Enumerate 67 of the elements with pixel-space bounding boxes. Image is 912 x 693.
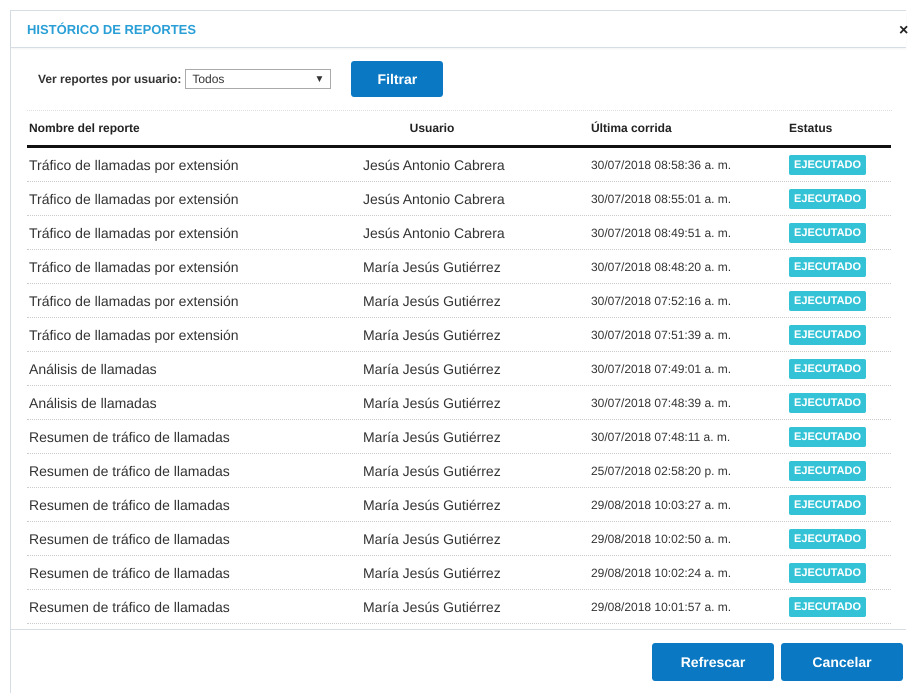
table-cell-text: Jesús Antonio Cabrera <box>363 190 506 206</box>
table-cell-text: 30/07/2018 07:48:39 a. m. <box>591 396 732 410</box>
status-badge: EJECUTADO <box>789 562 866 582</box>
table-cell-text: 30/07/2018 07:52:16 a. m. <box>591 294 732 308</box>
table-cell-text: 30/07/2018 07:49:01 a. m. <box>591 362 732 376</box>
status-badge: EJECUTADO <box>789 460 866 480</box>
table-cell-text: 30/07/2018 07:51:39 a. m. <box>591 328 732 342</box>
status-badge: EJECUTADO <box>789 392 866 412</box>
status-badge: EJECUTADO <box>789 154 866 174</box>
dialog-button[interactable]: Refrescar <box>652 643 774 681</box>
table-cell-text: María Jesús Gutiérrez <box>363 258 502 274</box>
table-cell-text: Jesús Antonio Cabrera <box>363 224 506 240</box>
table-cell-text: María Jesús Gutiérrez <box>363 598 502 614</box>
table-cell-text: Análisis de llamadas <box>28 394 158 410</box>
status-badge: EJECUTADO <box>789 290 866 310</box>
column-header: Usuario <box>408 121 456 135</box>
table-cell-text: María Jesús Gutiérrez <box>363 530 502 546</box>
status-badge: EJECUTADO <box>789 256 866 276</box>
status-badge: EJECUTADO <box>789 494 866 514</box>
status-badge: EJECUTADO <box>789 222 866 242</box>
table-cell-text: Resumen de tráfico de llamadas <box>28 428 231 444</box>
table-cell-text: Tráfico de llamadas por extensión <box>28 224 240 240</box>
table-cell-text: Jesús Antonio Cabrera <box>363 156 506 172</box>
table-cell-text: 29/08/2018 10:03:27 a. m. <box>591 498 732 512</box>
table-cell-text: María Jesús Gutiérrez <box>363 496 502 512</box>
close-icon[interactable]: × <box>899 22 908 40</box>
table-cell-text: 25/07/2018 02:58:20 p. m. <box>591 464 732 478</box>
table-cell-text: María Jesús Gutiérrez <box>363 394 502 410</box>
table-cell-text: 29/08/2018 10:01:57 a. m. <box>591 600 732 614</box>
column-header: Última corrida <box>591 121 673 135</box>
table-cell-text: María Jesús Gutiérrez <box>363 292 502 308</box>
table-cell-text: María Jesús Gutiérrez <box>363 462 502 478</box>
table-cell-text: Tráfico de llamadas por extensión <box>28 326 240 342</box>
status-badge: EJECUTADO <box>789 358 866 378</box>
table-cell-text: Tráfico de llamadas por extensión <box>28 156 240 172</box>
status-badge: EJECUTADO <box>789 596 866 616</box>
table-cell-text: Resumen de tráfico de llamadas <box>28 530 231 546</box>
table-cell-text: María Jesús Gutiérrez <box>363 564 502 580</box>
filter-label: Ver reportes por usuario: <box>38 72 182 86</box>
table-cell-text: Resumen de tráfico de llamadas <box>28 598 231 614</box>
table-cell-text: 30/07/2018 08:49:51 a. m. <box>591 226 732 240</box>
table-cell-text: 30/07/2018 07:48:11 a. m. <box>591 430 732 444</box>
dialog-button[interactable]: Cancelar <box>781 643 903 681</box>
status-badge: EJECUTADO <box>789 324 866 344</box>
table-cell-text: 30/07/2018 08:48:20 a. m. <box>591 260 732 274</box>
user-select[interactable]: Todos ▼ <box>185 69 332 89</box>
table-cell-text: 30/07/2018 08:58:36 a. m. <box>591 158 732 172</box>
table-cell-text: 29/08/2018 10:02:50 a. m. <box>591 532 732 546</box>
table-cell-text: María Jesús Gutiérrez <box>363 326 502 342</box>
table-cell-text: 30/07/2018 08:55:01 a. m. <box>591 192 732 206</box>
table-cell-text: María Jesús Gutiérrez <box>363 428 502 444</box>
column-header: Nombre del reporte <box>28 121 141 135</box>
table-cell-text: Tráfico de llamadas por extensión <box>28 292 240 308</box>
table-cell-text: Resumen de tráfico de llamadas <box>28 496 231 512</box>
table-cell-text: Análisis de llamadas <box>28 360 158 376</box>
column-header: Estatus <box>789 121 834 135</box>
table-cell-text: Resumen de tráfico de llamadas <box>28 462 231 478</box>
table-cell-text: Tráfico de llamadas por extensión <box>28 258 240 274</box>
table-cell-text: Resumen de tráfico de llamadas <box>28 564 231 580</box>
table-cell-text: 29/08/2018 10:02:24 a. m. <box>591 566 732 580</box>
filter-button[interactable]: Filtrar <box>351 61 444 97</box>
status-badge: EJECUTADO <box>789 188 866 208</box>
table-cell-text: María Jesús Gutiérrez <box>363 360 502 376</box>
status-badge: EJECUTADO <box>789 426 866 446</box>
status-badge: EJECUTADO <box>789 528 866 548</box>
dialog-title: HISTÓRICO DE REPORTES <box>27 22 196 36</box>
table-cell-text: Tráfico de llamadas por extensión <box>28 190 240 206</box>
